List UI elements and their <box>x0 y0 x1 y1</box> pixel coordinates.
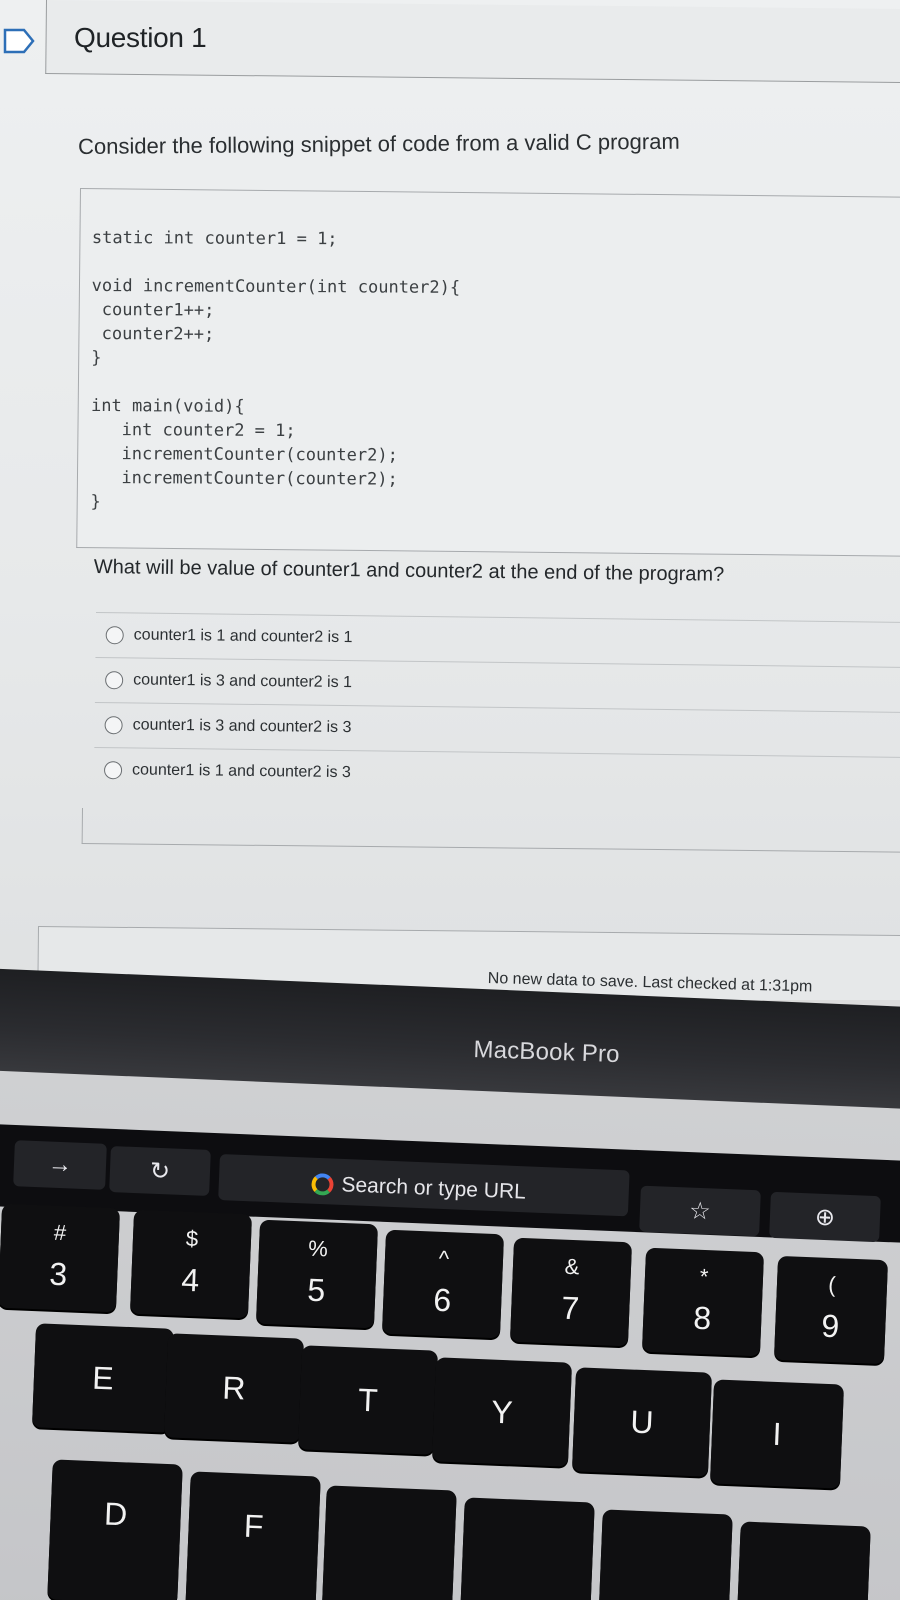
question-title: Question 1 <box>74 22 207 53</box>
radio-button[interactable] <box>105 626 124 645</box>
code-line: counter1++; <box>91 299 215 321</box>
code-snippet: static int counter1 = 1; ​ void incrementC… <box>90 226 461 516</box>
browser-screen: Question 1 Consider the following snippe… <box>0 0 900 1000</box>
key-symbol: # <box>53 1219 67 1246</box>
answer-label[interactable]: counter1 is 1 and counter2 is 3 <box>132 761 351 782</box>
key-digit: 6 <box>432 1281 452 1319</box>
code-line: } <box>91 347 102 369</box>
key-digit: 8 <box>692 1299 712 1337</box>
code-line: void incrementCounter(int counter2){ <box>91 275 461 298</box>
key-digit: 5 <box>306 1271 326 1309</box>
code-line: ​ <box>91 371 92 392</box>
key-5[interactable]: % 5 <box>255 1219 379 1329</box>
key-3[interactable]: # 3 <box>0 1203 121 1313</box>
answers-frame <box>81 808 900 853</box>
key-4[interactable]: $ 4 <box>129 1209 253 1319</box>
key-digit: 7 <box>560 1289 580 1327</box>
key-letter: I <box>771 1415 783 1453</box>
code-line: int main(void){ <box>91 395 245 417</box>
answer-label[interactable]: counter1 is 1 and counter2 is 1 <box>134 626 353 647</box>
question-prompt: Consider the following snippet of code f… <box>78 128 680 159</box>
key-k[interactable] <box>735 1521 871 1600</box>
forward-arrow-icon[interactable]: → <box>13 1140 107 1190</box>
key-h[interactable] <box>459 1497 595 1600</box>
key-6[interactable]: ^ 6 <box>381 1229 505 1339</box>
answer-label[interactable]: counter1 is 3 and counter2 is 3 <box>133 716 352 737</box>
key-letter: Y <box>490 1393 514 1431</box>
key-symbol: $ <box>185 1225 199 1252</box>
key-letter: E <box>91 1359 115 1397</box>
key-d[interactable]: D <box>47 1459 183 1600</box>
google-icon <box>311 1172 334 1196</box>
code-line: } <box>90 491 101 513</box>
radio-button[interactable] <box>105 671 124 690</box>
answer-options: counter1 is 1 and counter2 is 1 counter1… <box>93 612 900 803</box>
key-letter: F <box>243 1507 265 1545</box>
reload-icon[interactable]: ↻ <box>109 1146 211 1196</box>
code-line: counter2++; <box>91 323 215 345</box>
bookmark-star-icon[interactable]: ☆ <box>639 1185 761 1237</box>
key-digit: 4 <box>180 1261 200 1299</box>
answer-label[interactable]: counter1 is 3 and counter2 is 1 <box>133 671 352 692</box>
new-tab-plus-icon[interactable]: ⊕ <box>769 1191 881 1243</box>
radio-button[interactable] <box>104 716 123 735</box>
key-u[interactable]: U <box>571 1367 713 1477</box>
key-7[interactable]: & 7 <box>509 1237 633 1347</box>
key-symbol: * <box>699 1263 709 1290</box>
radio-button[interactable] <box>103 761 123 780</box>
key-symbol: ( <box>827 1271 837 1298</box>
code-line: incrementCounter(counter2); <box>90 467 398 490</box>
key-i[interactable]: I <box>709 1379 845 1489</box>
key-8[interactable]: * 8 <box>641 1247 765 1357</box>
key-y[interactable]: Y <box>431 1357 573 1467</box>
key-t[interactable]: T <box>297 1345 439 1455</box>
answer-option[interactable]: counter1 is 1 and counter2 is 3 <box>93 746 900 803</box>
key-g[interactable] <box>321 1485 457 1600</box>
key-r[interactable]: R <box>163 1333 305 1443</box>
key-digit: 3 <box>48 1255 68 1293</box>
key-letter: T <box>357 1381 379 1419</box>
code-line: ​ <box>92 250 461 276</box>
key-symbol: & <box>564 1253 580 1280</box>
key-f[interactable]: F <box>185 1471 321 1600</box>
code-line: incrementCounter(counter2); <box>90 443 398 466</box>
code-line: static int counter1 = 1; <box>91 227 338 250</box>
key-letter: D <box>103 1495 128 1533</box>
key-j[interactable] <box>597 1509 733 1600</box>
key-symbol: % <box>307 1235 329 1262</box>
question-text: What will be value of counter1 and count… <box>93 556 725 586</box>
key-letter: U <box>629 1403 655 1441</box>
key-symbol: ^ <box>438 1245 450 1272</box>
flag-question-icon[interactable] <box>2 26 36 56</box>
code-line: int counter2 = 1; <box>90 419 296 442</box>
key-e[interactable]: E <box>31 1323 175 1433</box>
key-9[interactable]: ( 9 <box>773 1255 889 1365</box>
key-letter: R <box>221 1369 247 1407</box>
laptop-brand: MacBook Pro <box>473 1036 621 1069</box>
key-digit: 9 <box>820 1307 840 1345</box>
